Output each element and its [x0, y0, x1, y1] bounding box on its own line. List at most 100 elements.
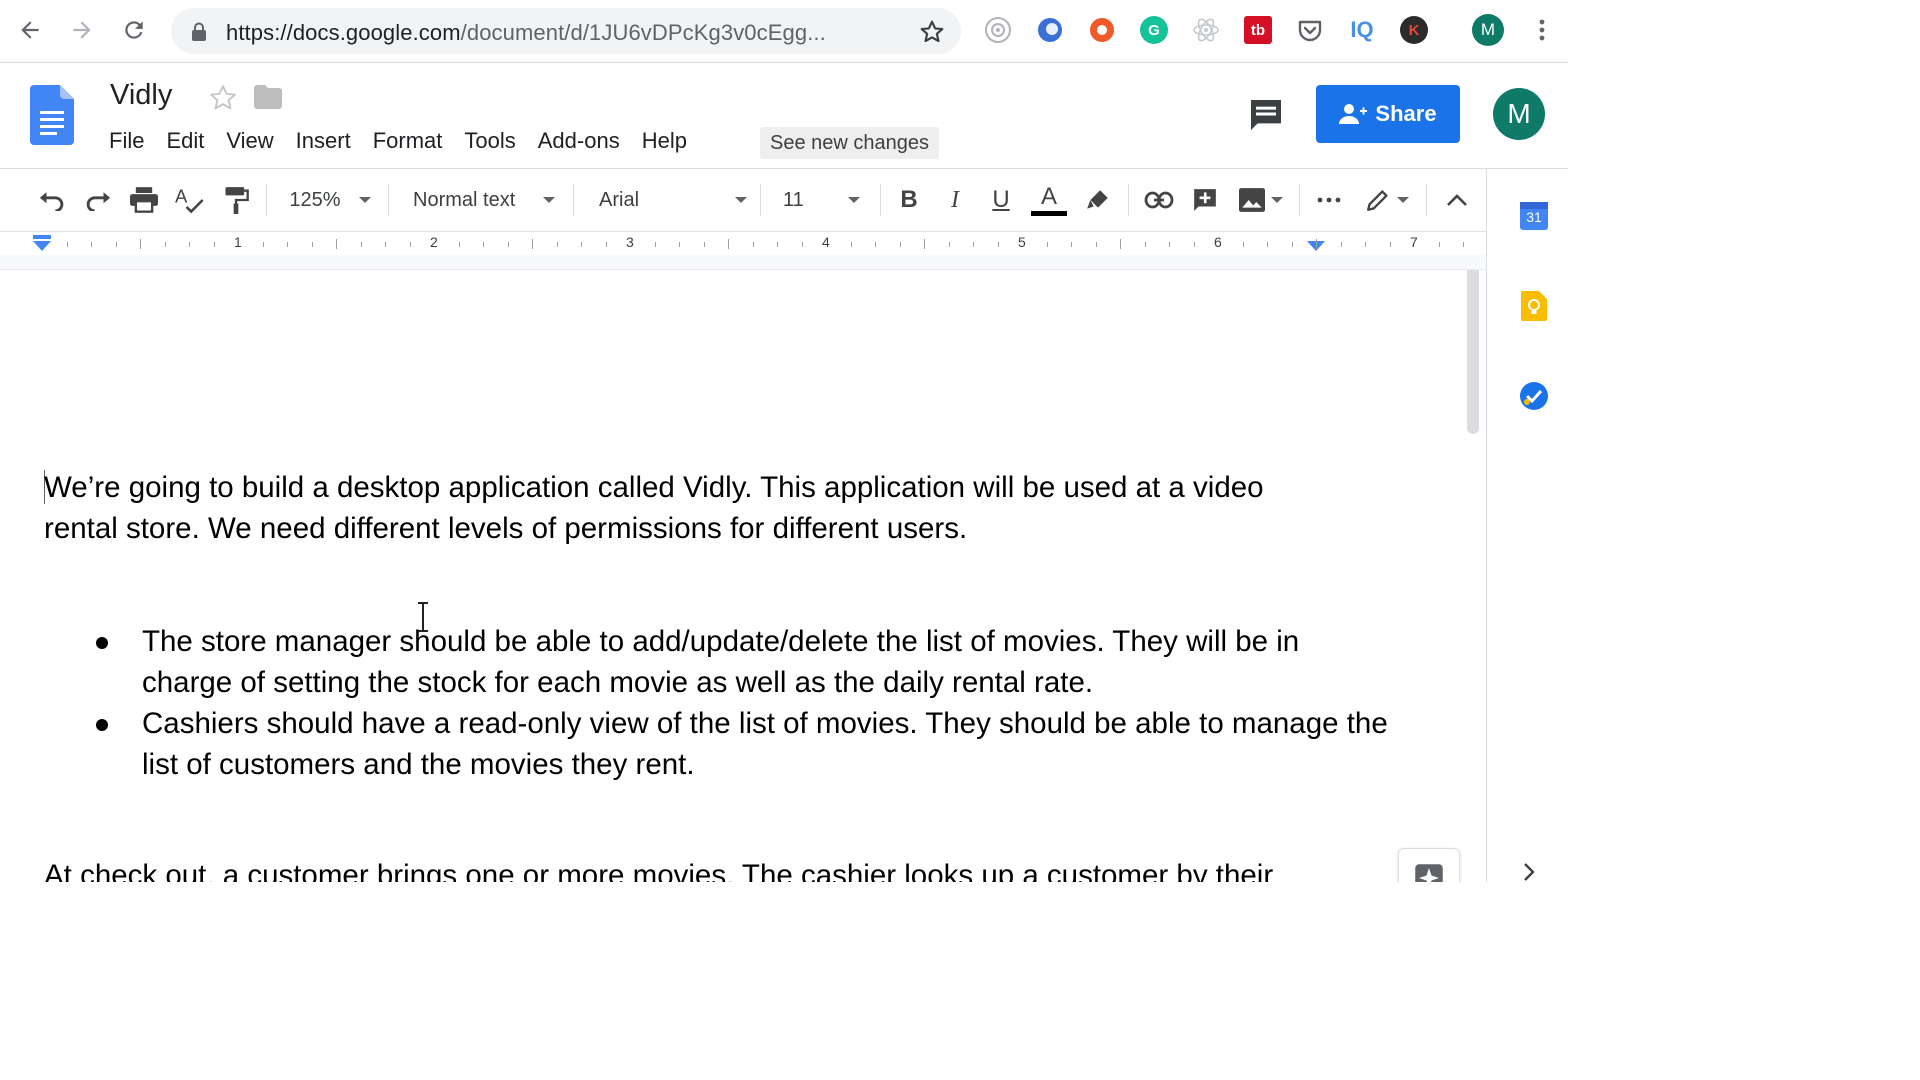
bullet-icon: [96, 719, 108, 731]
formatting-toolbar: A 125% Normal text Arial 11 B I U A: [0, 169, 1486, 231]
ruler[interactable]: 1 2 3 4 5 6 7: [0, 231, 1486, 257]
undo-button[interactable]: [34, 183, 70, 217]
font-select[interactable]: Arial: [590, 183, 750, 217]
person-add-icon: [1339, 104, 1368, 124]
ruler-tick: [605, 241, 607, 247]
share-button[interactable]: Share: [1316, 85, 1460, 143]
ruler-tick: [654, 241, 656, 247]
ruler-tick: [91, 241, 92, 247]
list-item-text: Cashiers should have a read-only view of…: [142, 707, 1388, 781]
tasks-app-button[interactable]: [1519, 381, 1549, 411]
ruler-number: 4: [822, 234, 830, 250]
forward-button[interactable]: [64, 12, 100, 48]
highlight-color-button[interactable]: [1080, 183, 1116, 217]
back-button[interactable]: [12, 12, 48, 48]
folder-icon[interactable]: [254, 85, 282, 109]
menu-file[interactable]: File: [98, 125, 155, 157]
print-button[interactable]: [126, 183, 162, 217]
address-bar[interactable]: https://docs.google.com/document/d/1JU6v…: [171, 8, 961, 54]
toolbar-divider: [1128, 184, 1129, 216]
scrollbar-thumb[interactable]: [1467, 270, 1479, 434]
ruler-tick: [507, 241, 509, 247]
browser-toolbar: https://docs.google.com/document/d/1JU6v…: [0, 0, 1568, 63]
toolbar-divider: [760, 184, 761, 216]
list-item[interactable]: The store manager should be able to add/…: [88, 621, 1388, 703]
spellcheck-button[interactable]: A: [172, 183, 208, 217]
zoom-select[interactable]: 125%: [282, 183, 378, 217]
italic-button[interactable]: I: [938, 183, 972, 217]
ruler-tick: [728, 239, 729, 249]
menu-help[interactable]: Help: [631, 125, 698, 157]
browser-menu-button[interactable]: [1526, 14, 1558, 46]
iq-extension-icon[interactable]: IQ: [1346, 14, 1378, 46]
ruler-tick: [1291, 241, 1293, 247]
font-size-select[interactable]: 11: [775, 183, 871, 217]
menu-addons[interactable]: Add-ons: [527, 125, 631, 157]
docs-logo-icon[interactable]: [30, 85, 74, 145]
comments-icon[interactable]: [1246, 95, 1286, 135]
ruler-tick: [1267, 241, 1268, 247]
blue-orb-extension-icon[interactable]: [1034, 14, 1066, 46]
svg-text:A: A: [175, 186, 188, 206]
paragraph-style-select[interactable]: Normal text: [404, 183, 564, 217]
tb-extension-icon[interactable]: tb: [1242, 14, 1274, 46]
left-indent-marker-icon[interactable]: [31, 235, 53, 253]
insert-image-button[interactable]: [1232, 183, 1290, 217]
bullet-icon: [96, 637, 108, 649]
pocket-extension-icon[interactable]: [1294, 14, 1326, 46]
editing-mode-button[interactable]: [1358, 183, 1416, 217]
ruler-number: 6: [1214, 234, 1222, 250]
checkout-paragraph[interactable]: At check out, a customer brings one or m…: [44, 855, 1344, 882]
paint-format-button[interactable]: [218, 183, 254, 217]
document-canvas[interactable]: We’re going to build a desktop applicati…: [0, 270, 1486, 882]
more-options-button[interactable]: [1312, 183, 1346, 217]
star-icon[interactable]: [208, 83, 238, 113]
reload-button[interactable]: [116, 12, 152, 48]
text-color-glyph: A: [1040, 182, 1057, 210]
bold-button[interactable]: B: [892, 183, 926, 217]
intro-paragraph[interactable]: We’re going to build a desktop applicati…: [44, 467, 1344, 549]
redo-button[interactable]: [80, 183, 116, 217]
see-new-changes-button[interactable]: See new changes: [760, 127, 940, 159]
document-title[interactable]: Vidly: [110, 79, 172, 112]
keep-app-button[interactable]: [1519, 291, 1549, 321]
menu-view[interactable]: View: [215, 125, 284, 157]
bookmark-star-icon[interactable]: [919, 19, 945, 45]
account-avatar[interactable]: M: [1493, 88, 1545, 140]
pencil-icon: [1367, 190, 1388, 211]
underline-button[interactable]: U: [984, 183, 1018, 217]
hide-menus-button[interactable]: [1440, 183, 1474, 217]
insert-comment-button[interactable]: [1188, 183, 1222, 217]
chevron-down-icon: [1397, 197, 1409, 203]
camera-extension-icon[interactable]: [982, 14, 1014, 46]
insert-link-button[interactable]: [1140, 183, 1178, 217]
calendar-app-button[interactable]: 31: [1519, 201, 1549, 231]
ruler-tick: [385, 241, 386, 247]
font-value: Arial: [599, 188, 640, 211]
list-item[interactable]: Cashiers should have a read-only view of…: [88, 703, 1388, 785]
explore-button[interactable]: [1398, 848, 1460, 882]
menu-insert[interactable]: Insert: [285, 125, 362, 157]
font-size-value: 11: [783, 188, 804, 211]
chevron-right-icon[interactable]: [1522, 862, 1536, 882]
link-icon: [1144, 191, 1174, 209]
grammarly-extension-icon[interactable]: G: [1138, 14, 1170, 46]
toolbar-divider: [266, 184, 267, 216]
ruler-tick: [1365, 241, 1366, 247]
profile-avatar[interactable]: M: [1472, 14, 1504, 46]
chevron-up-icon: [1447, 194, 1467, 206]
text-color-button[interactable]: A: [1030, 183, 1068, 217]
share-label: Share: [1375, 101, 1437, 126]
menu-edit[interactable]: Edit: [155, 125, 215, 157]
vertical-scrollbar[interactable]: [1462, 270, 1486, 882]
more-vert-icon: [1539, 19, 1545, 41]
ruler-tick: [360, 241, 362, 247]
ruler-shadow: [0, 255, 1486, 270]
ruler-tick: [899, 241, 901, 247]
orange-extension-icon[interactable]: [1086, 14, 1118, 46]
ruler-tick: [1144, 241, 1146, 247]
react-extension-icon[interactable]: [1190, 14, 1222, 46]
menu-tools[interactable]: Tools: [453, 125, 526, 157]
menu-format[interactable]: Format: [362, 125, 454, 157]
k-extension-icon[interactable]: K: [1398, 14, 1430, 46]
